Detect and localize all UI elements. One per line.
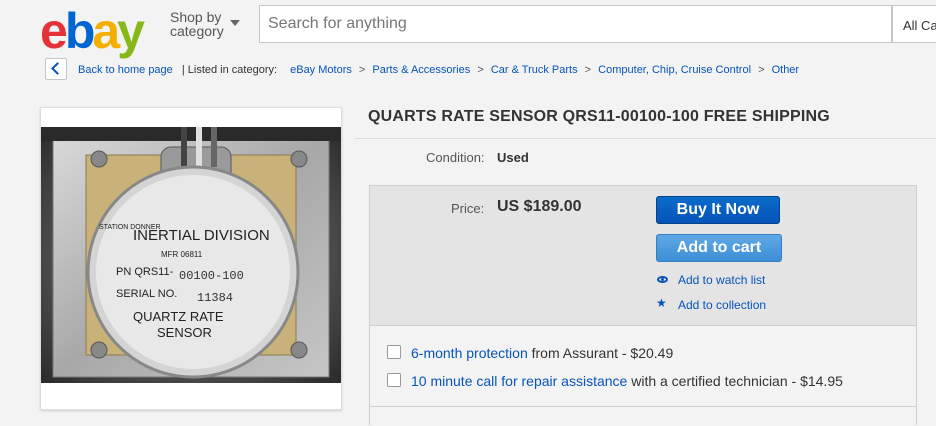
label-serial: SERIAL NO. bbox=[116, 288, 177, 300]
label-mfr: MFR 06811 bbox=[161, 250, 203, 259]
back-button[interactable] bbox=[45, 58, 67, 80]
breadcrumb-separator: > bbox=[584, 64, 592, 76]
add-to-watch-list-link[interactable]: Add to watch list bbox=[678, 273, 765, 287]
star-icon: ★ bbox=[656, 296, 667, 310]
protection-divider bbox=[370, 406, 916, 407]
label-sensor: SENSOR bbox=[157, 325, 212, 340]
search-placeholder: Search for anything bbox=[268, 15, 407, 32]
repair-assistance-detail: with a certified technician - $14.95 bbox=[627, 373, 843, 389]
chevron-left-icon bbox=[51, 62, 64, 75]
breadcrumb-item-car-truck-parts[interactable]: Car & Truck Parts bbox=[491, 64, 578, 76]
category-label: category bbox=[170, 23, 224, 39]
price-label: Price: bbox=[451, 201, 485, 216]
breadcrumb-separator: > bbox=[758, 64, 765, 76]
shop-by-category-button[interactable]: Shop by category bbox=[170, 9, 240, 39]
label-pn-value: 00100-100 bbox=[179, 269, 244, 283]
repair-assistance-link[interactable]: 10 minute call for repair assistance bbox=[411, 373, 627, 389]
label-quartz: QUARTZ RATE bbox=[133, 309, 224, 324]
ebay-logo[interactable]: ebay bbox=[40, 3, 145, 59]
buy-it-now-button[interactable]: Buy It Now bbox=[656, 196, 780, 224]
repair-assistance-checkbox[interactable] bbox=[387, 373, 401, 387]
logo-letter-b: b bbox=[64, 3, 95, 59]
protection-option: 6-month protection from Assurant - $20.4… bbox=[411, 345, 673, 361]
add-to-cart-button[interactable]: Add to cart bbox=[656, 234, 782, 262]
listed-in-label: | Listed in category: bbox=[181, 64, 278, 76]
shop-by-label: Shop by bbox=[170, 9, 222, 25]
logo-letter-e: e bbox=[40, 3, 68, 59]
product-photo[interactable]: STATION DONNER INERTIAL DIVISION MFR 068… bbox=[41, 127, 341, 383]
breadcrumb-item-ebay-motors[interactable]: eBay Motors bbox=[290, 64, 352, 76]
protection-detail: from Assurant - $20.49 bbox=[527, 345, 674, 361]
add-to-collection-link[interactable]: Add to collection bbox=[678, 298, 766, 312]
logo-letter-a: a bbox=[92, 3, 120, 59]
label-serial-value: 11384 bbox=[197, 291, 233, 305]
title-divider bbox=[355, 138, 936, 139]
repair-assistance-option: 10 minute call for repair assistance wit… bbox=[411, 373, 843, 389]
chevron-down-icon bbox=[230, 20, 240, 26]
price-value: US $189.00 bbox=[497, 198, 582, 215]
protection-checkbox[interactable] bbox=[387, 345, 401, 359]
breadcrumb-item-parts-accessories[interactable]: Parts & Accessories bbox=[372, 64, 470, 76]
condition-value: Used bbox=[497, 150, 529, 165]
breadcrumb-separator: > bbox=[477, 64, 484, 76]
back-to-home-link[interactable]: Back to home page bbox=[78, 64, 173, 76]
protection-link[interactable]: 6-month protection bbox=[411, 345, 528, 361]
logo-letter-y: y bbox=[117, 3, 145, 59]
label-division: INERTIAL DIVISION bbox=[133, 227, 270, 244]
breadcrumb-item-other[interactable]: Other bbox=[772, 64, 800, 76]
sensor-photo-illustration: STATION DONNER INERTIAL DIVISION MFR 068… bbox=[41, 127, 341, 383]
breadcrumb-separator: > bbox=[358, 64, 366, 76]
breadcrumb: Back to home page | Listed in category: … bbox=[78, 64, 799, 76]
condition-label: Condition: bbox=[426, 150, 485, 165]
category-select[interactable]: All Cat bbox=[892, 5, 936, 43]
item-title: QUARTS RATE SENSOR QRS11-00100-100 FREE … bbox=[368, 108, 830, 125]
label-pn: PN QRS11- bbox=[116, 266, 174, 278]
eye-icon bbox=[657, 276, 668, 283]
breadcrumb-item-computer-chip[interactable]: Computer, Chip, Cruise Control bbox=[598, 64, 751, 76]
